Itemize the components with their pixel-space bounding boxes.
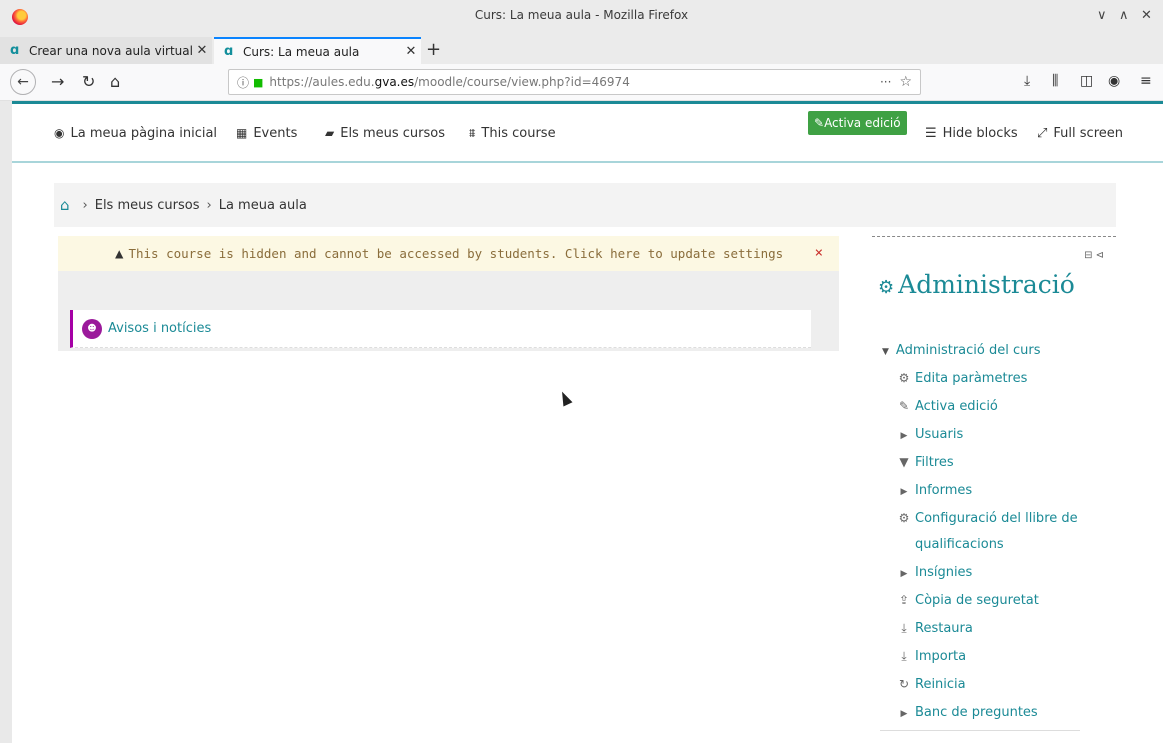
upload-icon: ⇪ — [898, 593, 910, 607]
sidebar-icon[interactable]: ◫ — [1080, 73, 1093, 89]
alert-message[interactable]: This course is hidden and cannot be acce… — [128, 246, 783, 261]
breadcrumb: ⌂ › Els meus cursos › La meua aula — [54, 183, 1116, 227]
expand-icon: ▶ — [900, 431, 908, 441]
admin-item-filters[interactable]: ▼ Filtres — [898, 455, 953, 470]
breadcrumb-course[interactable]: La meua aula — [219, 198, 307, 213]
admin-item-reset[interactable]: ↻ Reinicia — [898, 677, 966, 692]
close-icon[interactable]: × — [815, 245, 823, 261]
account-icon[interactable]: ◉ — [1108, 73, 1120, 89]
hidden-course-alert[interactable]: ▲ This course is hidden and cannot be ac… — [58, 236, 839, 271]
reset-icon: ↻ — [898, 677, 910, 691]
tab-label: Crear una nova aula virtual — [29, 43, 192, 58]
edit-icon: ✎ — [814, 116, 825, 130]
administration-block: ⊟ ⊲ ⚙ Administració ▼ Administració del cu… — [872, 236, 1116, 743]
filter-icon: ▼ — [899, 455, 909, 469]
close-window-icon[interactable]: ✕ — [1141, 8, 1152, 23]
sitemap-icon: ⩩ — [469, 126, 476, 140]
full-screen-button[interactable]: ⤢ Full screen — [1037, 126, 1123, 141]
admin-item-gradebook-setup-cont[interactable]: qualificacions — [915, 537, 1004, 552]
expand-icon: ▶ — [900, 709, 908, 719]
nav-events[interactable]: ▦ Events — [236, 126, 297, 141]
breadcrumb-separator: › — [206, 197, 212, 213]
reload-icon[interactable]: ↻ — [82, 72, 95, 91]
library-icon[interactable]: ⫼ — [1052, 73, 1058, 89]
expand-arrows-icon: ⤢ — [1037, 126, 1048, 141]
page-actions-icon[interactable]: ··· — [880, 75, 891, 89]
new-tab-icon[interactable]: + — [426, 39, 441, 60]
download-icon: ⤓ — [901, 649, 907, 663]
admin-item-users[interactable]: ▶ Usuaris — [898, 427, 964, 442]
block-title: ⚙ Administració — [878, 270, 1075, 299]
window-titlebar: Curs: La meua aula - Mozilla Firefox ∨ ∧… — [0, 0, 1163, 35]
breadcrumb-my-courses[interactable]: Els meus cursos — [95, 198, 200, 213]
dashboard-icon: ◉ — [54, 126, 65, 140]
nav-my-courses[interactable]: ▰ Els meus cursos — [325, 126, 445, 141]
lock-icon: ■ — [253, 75, 264, 89]
hide-blocks-button[interactable]: ☰ Hide blocks — [925, 126, 1018, 141]
tab-bar: ɑ Crear una nova aula virtual ✕ ɑ Curs: … — [0, 34, 1163, 64]
block-divider — [880, 730, 1080, 731]
window-title: Curs: La meua aula - Mozilla Firefox — [474, 8, 689, 22]
navigation-toolbar: ← → ↻ ⌂ ⓘ ■ https://aules.edu.gva.es/moo… — [0, 64, 1163, 101]
close-tab-icon[interactable]: ✕ — [401, 44, 421, 59]
pencil-icon: ✎ — [898, 399, 910, 413]
forum-link[interactable]: Avisos i notícies — [108, 321, 211, 336]
tab-crear-aula[interactable]: ɑ Crear una nova aula virtual ✕ — [0, 37, 212, 64]
close-tab-icon[interactable]: ✕ — [192, 43, 212, 58]
url-bar[interactable]: ⓘ ■ https://aules.edu.gva.es/moodle/cour… — [228, 69, 921, 95]
block-controls[interactable]: ⊟ ⊲ — [1084, 250, 1104, 261]
block-divider — [872, 236, 1116, 237]
warning-icon: ▲ — [115, 245, 124, 262]
course-content: ▲ This course is hidden and cannot be ac… — [58, 236, 839, 407]
mouse-cursor-icon — [557, 389, 573, 407]
admin-item-import[interactable]: ⤓ Importa — [898, 649, 966, 664]
tab-la-meua-aula[interactable]: ɑ Curs: La meua aula ✕ — [214, 37, 421, 64]
maximize-icon[interactable]: ∧ — [1119, 8, 1129, 23]
moodle-favicon-icon: ɑ — [10, 43, 20, 58]
expand-icon: ▶ — [900, 487, 908, 497]
briefcase-icon: ▰ — [325, 126, 335, 140]
info-icon[interactable]: ⓘ — [237, 74, 249, 91]
minimize-icon[interactable]: ∨ — [1097, 8, 1107, 23]
nav-this-course[interactable]: ⩩ This course — [469, 126, 556, 141]
downloads-icon[interactable]: ⤓ — [1024, 73, 1030, 89]
expand-icon: ▶ — [900, 569, 908, 579]
gears-icon: ⚙ — [878, 277, 895, 298]
admin-item-gradebook-setup[interactable]: ⚙ Configuració del llibre de — [898, 511, 1078, 526]
download-icon: ⤓ — [901, 621, 907, 635]
url-text: https://aules.edu.gva.es/moodle/course/v… — [269, 75, 630, 89]
admin-tree-root[interactable]: ▼ Administració del curs — [882, 343, 1041, 358]
gear-icon: ⚙ — [898, 511, 910, 525]
moodle-navbar: ◉ La meua pàgina inicial ▦ Events ▰ Els meu… — [12, 104, 1163, 163]
back-icon[interactable]: ← — [10, 69, 36, 95]
admin-item-editing-on[interactable]: ✎ Activa edició — [898, 399, 998, 414]
admin-item-restore[interactable]: ⤓ Restaura — [898, 621, 973, 636]
window-edge — [0, 101, 12, 743]
gear-icon: ⚙ — [898, 371, 910, 385]
admin-item-backup[interactable]: ⇪ Còpia de seguretat — [898, 593, 1039, 608]
admin-item-question-bank[interactable]: ▶ Banc de preguntes — [898, 705, 1038, 720]
forum-icon: ☻ — [82, 318, 102, 339]
turn-editing-on-button[interactable]: ✎Activa edició — [808, 111, 907, 135]
indent-icon: ☰ — [925, 126, 937, 141]
moodle-favicon-icon: ɑ — [224, 44, 234, 59]
admin-item-edit-settings[interactable]: ⚙ Edita paràmetres — [898, 371, 1028, 386]
calendar-icon: ▦ — [236, 126, 248, 140]
bookmark-star-icon[interactable]: ☆ — [899, 74, 912, 90]
admin-item-badges[interactable]: ▶ Insígnies — [898, 565, 973, 580]
tab-label: Curs: La meua aula — [243, 44, 360, 59]
collapse-icon: ▼ — [882, 347, 889, 357]
course-section: ☻ Avisos i notícies — [70, 310, 811, 407]
menu-icon[interactable]: ≡ — [1140, 73, 1152, 89]
nav-dashboard[interactable]: ◉ La meua pàgina inicial — [54, 126, 217, 141]
admin-item-reports[interactable]: ▶ Informes — [898, 483, 973, 498]
home-icon[interactable]: ⌂ — [110, 72, 120, 91]
forward-icon[interactable]: → — [51, 72, 64, 91]
home-icon[interactable]: ⌂ — [60, 196, 70, 214]
breadcrumb-separator: › — [82, 197, 88, 213]
